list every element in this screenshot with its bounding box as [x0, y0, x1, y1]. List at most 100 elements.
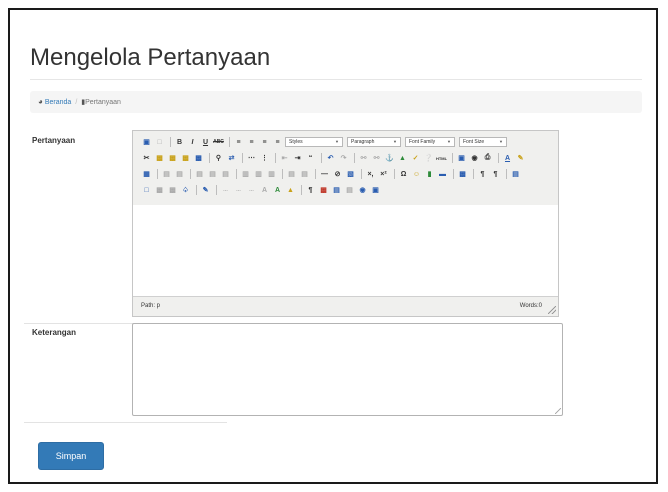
visual-aid-icon[interactable]: ⊘ [332, 169, 343, 180]
delete-row-icon[interactable]: ▤ [220, 169, 231, 180]
horizontal-rule-icon[interactable]: ▤ [299, 169, 310, 180]
bullet-list-icon[interactable]: ⋯ [246, 153, 257, 164]
spellcheck-icon[interactable]: ◉ [357, 185, 368, 196]
editor-toolbar: ▣ □ B I U ABC ≡ ≡ ≡ ≡ Styles ▼ Paragraph ▼… [133, 131, 558, 206]
paste-text-icon[interactable]: ▩ [180, 153, 191, 164]
insert-row-before-icon[interactable]: ▤ [194, 169, 205, 180]
indent-icon[interactable]: ⇥ [292, 153, 303, 164]
layer-insert-icon[interactable]: □ [141, 185, 152, 196]
redo-icon[interactable]: ↷ [338, 153, 349, 164]
description-textarea[interactable] [132, 323, 563, 416]
html-icon[interactable]: HTML [436, 153, 447, 164]
link-icon[interactable]: ⚯ [358, 153, 369, 164]
paragraph-select[interactable]: Paragraph ▼ [347, 137, 401, 147]
align-center-icon[interactable]: ≡ [246, 137, 257, 148]
outdent-icon[interactable]: ⇤ [279, 153, 290, 164]
cite-icon[interactable]: … [220, 185, 231, 196]
new-document-icon[interactable]: □ [154, 137, 165, 148]
resize-handle-icon[interactable] [555, 408, 561, 414]
toolbar-separator [275, 153, 276, 163]
italic-icon[interactable]: I [187, 137, 198, 148]
font-size-select[interactable]: Font Size ▼ [459, 137, 507, 147]
delete-col-icon[interactable]: ▥ [253, 169, 264, 180]
remove-format-icon[interactable]: — [319, 169, 330, 180]
non-breaking-icon[interactable]: ¶ [305, 185, 316, 196]
insert-col-icon[interactable]: ▥ [240, 169, 251, 180]
char-map-icon[interactable]: ×² [378, 169, 389, 180]
text-color-icon[interactable]: A [502, 153, 513, 164]
absolute-icon[interactable]: ♤ [180, 185, 191, 196]
unlink-icon[interactable]: ⚯ [371, 153, 382, 164]
align-justify-icon[interactable]: ≡ [272, 137, 283, 148]
toolbar-separator [190, 169, 191, 179]
font-family-select-label: Font Family [409, 139, 436, 145]
abbr-icon[interactable]: … [233, 185, 244, 196]
editor-path[interactable]: Path: p [141, 297, 160, 316]
page-break-icon[interactable]: ▤ [331, 185, 342, 196]
cut-icon[interactable]: ✂ [141, 153, 152, 164]
acronym-icon[interactable]: … [246, 185, 257, 196]
breadcrumb-current: ▮Pertanyaan [81, 99, 121, 106]
template-icon[interactable]: ▩ [318, 185, 329, 196]
save-icon[interactable]: ▣ [141, 137, 152, 148]
blockquote-icon[interactable]: “ [305, 153, 316, 164]
media-icon[interactable]: ▣ [456, 153, 467, 164]
copy-icon[interactable]: ▩ [154, 153, 165, 164]
emoticon-icon[interactable]: Ω [398, 169, 409, 180]
breadcrumb: ◕ Beranda / ▮Pertanyaan [30, 91, 642, 113]
style-props-icon[interactable]: ✎ [200, 185, 211, 196]
search-preview-icon[interactable]: ▣ [370, 185, 381, 196]
editor-content-area[interactable] [133, 205, 558, 298]
bold-icon[interactable]: B [174, 137, 185, 148]
rich-text-editor[interactable]: ▣ □ B I U ABC ≡ ≡ ≡ ≡ Styles ▼ Paragraph ▼… [132, 130, 559, 317]
visual-chars-icon[interactable]: ▲ [285, 185, 296, 196]
row-props-icon[interactable]: ▤ [161, 169, 172, 180]
toolbar-separator [498, 153, 499, 163]
font-family-select[interactable]: Font Family ▼ [405, 137, 455, 147]
merge-cells-icon[interactable]: ▤ [286, 169, 297, 180]
replace-icon[interactable]: ⇄ [226, 153, 237, 164]
fullscreen-icon[interactable]: ▬ [437, 169, 448, 180]
superscript-icon[interactable]: ×, [365, 169, 376, 180]
print-icon[interactable]: ⎙ [482, 153, 493, 164]
help-icon[interactable]: ❔ [423, 153, 434, 164]
table-icon[interactable]: ▦ [141, 169, 152, 180]
rtl-icon[interactable]: ¶ [477, 169, 488, 180]
toolbar-separator [157, 169, 158, 179]
subscript-icon[interactable]: ▧ [345, 169, 356, 180]
align-right-icon[interactable]: ≡ [259, 137, 270, 148]
toolbar-separator [216, 185, 217, 195]
paste-icon[interactable]: ▩ [167, 153, 178, 164]
undo-icon[interactable]: ↶ [325, 153, 336, 164]
save-button[interactable]: Simpan [38, 442, 104, 470]
underline-icon[interactable]: U [200, 137, 211, 148]
move-forward-icon[interactable]: ▩ [154, 185, 165, 196]
numbered-list-icon[interactable]: ⋮ [259, 153, 270, 164]
edit-css-icon[interactable]: ¶ [490, 169, 501, 180]
cell-props-icon[interactable]: ▤ [174, 169, 185, 180]
del-icon[interactable]: A [259, 185, 270, 196]
resize-handle-icon[interactable] [548, 306, 556, 314]
ins-icon[interactable]: A [272, 185, 283, 196]
styles-select[interactable]: Styles ▼ [285, 137, 343, 147]
advanced-hr-icon[interactable]: ▮ [424, 169, 435, 180]
breadcrumb-home-label: Beranda [44, 99, 72, 106]
media-insert-icon[interactable]: ☺ [411, 169, 422, 180]
toolbar-separator [282, 169, 283, 179]
attribs-icon[interactable]: ▤ [510, 169, 521, 180]
insert-row-after-icon[interactable]: ▤ [207, 169, 218, 180]
highlight-color-icon[interactable]: ✎ [515, 153, 526, 164]
preview-icon[interactable]: ◉ [469, 153, 480, 164]
align-left-icon[interactable]: ≡ [233, 137, 244, 148]
ltr-icon[interactable]: ▩ [457, 169, 468, 180]
paste-word-icon[interactable]: ▩ [193, 153, 204, 164]
image-icon[interactable]: ▲ [397, 153, 408, 164]
breadcrumb-home[interactable]: ◕ Beranda [38, 97, 72, 106]
find-icon[interactable]: ⚲ [213, 153, 224, 164]
strikethrough-icon[interactable]: ABC [213, 137, 224, 148]
cleanup-icon[interactable]: ✓ [410, 153, 421, 164]
restore-draft-icon[interactable]: ▤ [344, 185, 355, 196]
move-backward-icon[interactable]: ▩ [167, 185, 178, 196]
split-cells-icon[interactable]: ▥ [266, 169, 277, 180]
anchor-icon[interactable]: ⚓ [384, 153, 395, 164]
